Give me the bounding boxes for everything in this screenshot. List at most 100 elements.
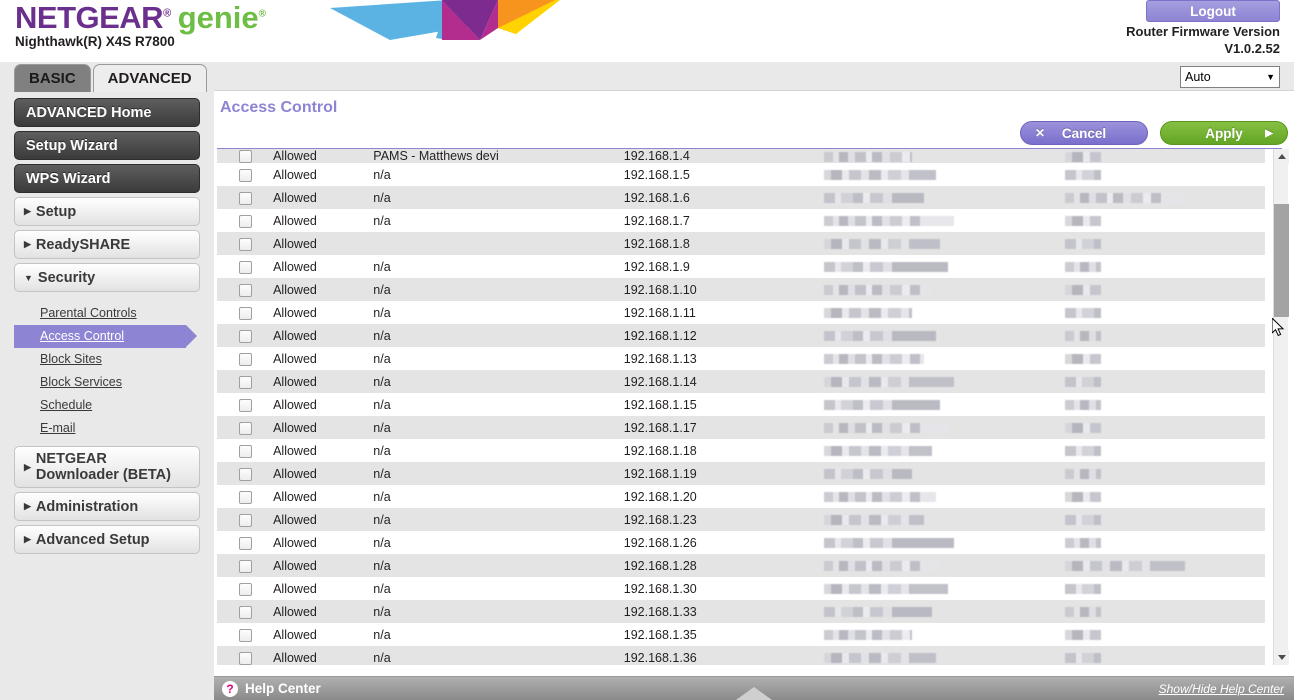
scrollbar-thumb[interactable] bbox=[1274, 204, 1289, 317]
table-row[interactable]: Allowed n/a 192.168.1.30 bbox=[217, 577, 1265, 601]
sidebar-item-parental-controls[interactable]: Parental Controls bbox=[14, 302, 214, 325]
row-mac-address bbox=[824, 301, 1064, 324]
show-hide-help-center-link[interactable]: Show/Hide Help Center bbox=[1159, 682, 1284, 696]
table-row[interactable]: Allowed 192.168.1.8 bbox=[217, 232, 1265, 256]
table-row[interactable]: Allowed n/a 192.168.1.10 bbox=[217, 278, 1265, 302]
table-row[interactable]: Allowed n/a 192.168.1.33 bbox=[217, 600, 1265, 624]
sidebar-item-email[interactable]: E-mail bbox=[14, 417, 214, 440]
row-checkbox[interactable] bbox=[238, 352, 252, 366]
row-checkbox[interactable] bbox=[238, 191, 252, 205]
row-checkbox[interactable] bbox=[238, 536, 252, 550]
table-row[interactable]: Allowed n/a 192.168.1.28 bbox=[217, 554, 1265, 578]
tab-advanced-label: ADVANCED bbox=[107, 70, 192, 87]
row-checkbox[interactable] bbox=[238, 283, 252, 297]
help-center-label[interactable]: Help Center bbox=[245, 681, 321, 696]
sidebar-item-block-sites[interactable]: Block Sites bbox=[14, 348, 214, 371]
table-row[interactable]: Allowed PAMS - Matthews devi 192.168.1.4 bbox=[217, 149, 1265, 164]
table-row[interactable]: Allowed n/a 192.168.1.15 bbox=[217, 393, 1265, 417]
row-status: Allowed bbox=[273, 420, 317, 435]
table-row[interactable]: Allowed n/a 192.168.1.35 bbox=[217, 623, 1265, 647]
row-checkbox[interactable] bbox=[238, 467, 252, 481]
row-checkbox[interactable] bbox=[238, 559, 252, 573]
row-checkbox[interactable] bbox=[238, 168, 252, 182]
row-checkbox[interactable] bbox=[238, 375, 252, 389]
row-checkbox[interactable] bbox=[238, 605, 252, 619]
cancel-button[interactable]: ✕ Cancel bbox=[1020, 121, 1148, 145]
footer-left-filler bbox=[0, 676, 214, 700]
help-center-toggle-arrow-icon[interactable] bbox=[736, 687, 772, 700]
row-checkbox[interactable] bbox=[238, 582, 252, 596]
row-checkbox[interactable] bbox=[238, 260, 252, 274]
row-status: Allowed bbox=[273, 443, 317, 458]
sidebar-group-administration[interactable]: ▶ Administration bbox=[14, 492, 200, 521]
row-device-type bbox=[1064, 278, 1265, 301]
row-status: Allowed bbox=[273, 466, 317, 481]
table-row[interactable]: Allowed n/a 192.168.1.12 bbox=[217, 324, 1265, 348]
sidebar-group-advanced-setup[interactable]: ▶ Advanced Setup bbox=[14, 525, 200, 554]
sidebar-group-setup[interactable]: ▶ Setup bbox=[14, 197, 200, 226]
sidebar-group-netgear-downloader-label: NETGEAR Downloader (BETA) bbox=[35, 451, 171, 483]
row-checkbox[interactable] bbox=[238, 490, 252, 504]
redacted-type-bar bbox=[1064, 423, 1101, 434]
row-ip-address: 192.168.1.33 bbox=[623, 604, 697, 619]
table-row[interactable]: Allowed n/a 192.168.1.36 bbox=[217, 646, 1265, 665]
scroll-up-button[interactable] bbox=[1274, 149, 1289, 164]
row-checkbox[interactable] bbox=[238, 329, 252, 343]
sidebar-item-access-control[interactable]: Access Control bbox=[14, 325, 197, 348]
row-mac-address bbox=[824, 508, 1064, 531]
table-row[interactable]: Allowed n/a 192.168.1.17 bbox=[217, 416, 1265, 440]
row-checkbox-cell bbox=[217, 232, 273, 255]
table-vertical-scrollbar[interactable] bbox=[1273, 149, 1289, 665]
row-device-name: n/a bbox=[373, 351, 391, 366]
sidebar-group-readyshare[interactable]: ▶ ReadySHARE bbox=[14, 230, 200, 259]
row-checkbox[interactable] bbox=[238, 214, 252, 228]
apply-button[interactable]: Apply ▶ bbox=[1160, 121, 1288, 145]
sidebar-item-schedule[interactable]: Schedule bbox=[14, 394, 214, 417]
sidebar-nav: ADVANCED Home Setup Wizard WPS Wizard ▶ … bbox=[0, 90, 214, 700]
sidebar-group-netgear-downloader[interactable]: ▶ NETGEAR Downloader (BETA) bbox=[14, 446, 200, 488]
row-checkbox[interactable] bbox=[238, 628, 252, 642]
apply-button-label: Apply bbox=[1205, 125, 1243, 141]
row-status: Allowed bbox=[273, 236, 317, 251]
row-checkbox[interactable] bbox=[238, 651, 252, 665]
sidebar-item-setup-wizard[interactable]: Setup Wizard bbox=[14, 131, 200, 160]
sidebar-item-wps-wizard[interactable]: WPS Wizard bbox=[14, 164, 200, 193]
logout-button[interactable]: Logout bbox=[1146, 0, 1280, 22]
row-status: Allowed bbox=[273, 535, 317, 550]
table-row[interactable]: Allowed n/a 192.168.1.20 bbox=[217, 485, 1265, 509]
sidebar-item-advanced-home[interactable]: ADVANCED Home bbox=[14, 98, 200, 127]
table-row[interactable]: Allowed n/a 192.168.1.13 bbox=[217, 347, 1265, 371]
table-row[interactable]: Allowed n/a 192.168.1.14 bbox=[217, 370, 1265, 394]
chevron-right-icon: ▶ bbox=[24, 501, 31, 511]
row-checkbox[interactable] bbox=[238, 421, 252, 435]
redacted-type-bar bbox=[1064, 607, 1101, 618]
tab-basic[interactable]: BASIC bbox=[14, 64, 91, 92]
row-mac-address bbox=[824, 531, 1064, 554]
row-checkbox[interactable] bbox=[238, 150, 252, 164]
row-checkbox-cell bbox=[217, 462, 273, 485]
row-checkbox[interactable] bbox=[238, 237, 252, 251]
language-select[interactable]: Auto ▼ bbox=[1180, 66, 1280, 88]
table-row[interactable]: Allowed n/a 192.168.1.6 bbox=[217, 186, 1265, 210]
scroll-down-button[interactable] bbox=[1274, 650, 1289, 665]
row-checkbox[interactable] bbox=[238, 398, 252, 412]
help-question-icon[interactable]: ? bbox=[222, 680, 238, 697]
table-row[interactable]: Allowed n/a 192.168.1.5 bbox=[217, 163, 1265, 187]
sidebar-group-security[interactable]: ▼ Security bbox=[14, 263, 200, 292]
table-row[interactable]: Allowed n/a 192.168.1.9 bbox=[217, 255, 1265, 279]
table-row[interactable]: Allowed n/a 192.168.1.7 bbox=[217, 209, 1265, 233]
table-row[interactable]: Allowed n/a 192.168.1.18 bbox=[217, 439, 1265, 463]
table-row[interactable]: Allowed n/a 192.168.1.26 bbox=[217, 531, 1265, 555]
row-device-name: n/a bbox=[373, 374, 391, 389]
table-row[interactable]: Allowed n/a 192.168.1.11 bbox=[217, 301, 1265, 325]
redacted-mac-bar bbox=[824, 584, 949, 595]
redacted-type-bar bbox=[1064, 239, 1101, 250]
tab-advanced[interactable]: ADVANCED bbox=[92, 64, 207, 92]
sidebar-item-block-services[interactable]: Block Services bbox=[14, 371, 214, 394]
row-checkbox[interactable] bbox=[238, 444, 252, 458]
table-row[interactable]: Allowed n/a 192.168.1.19 bbox=[217, 462, 1265, 486]
row-checkbox[interactable] bbox=[238, 306, 252, 320]
row-checkbox[interactable] bbox=[238, 513, 252, 527]
table-row[interactable]: Allowed n/a 192.168.1.23 bbox=[217, 508, 1265, 532]
row-checkbox-cell bbox=[217, 554, 273, 577]
